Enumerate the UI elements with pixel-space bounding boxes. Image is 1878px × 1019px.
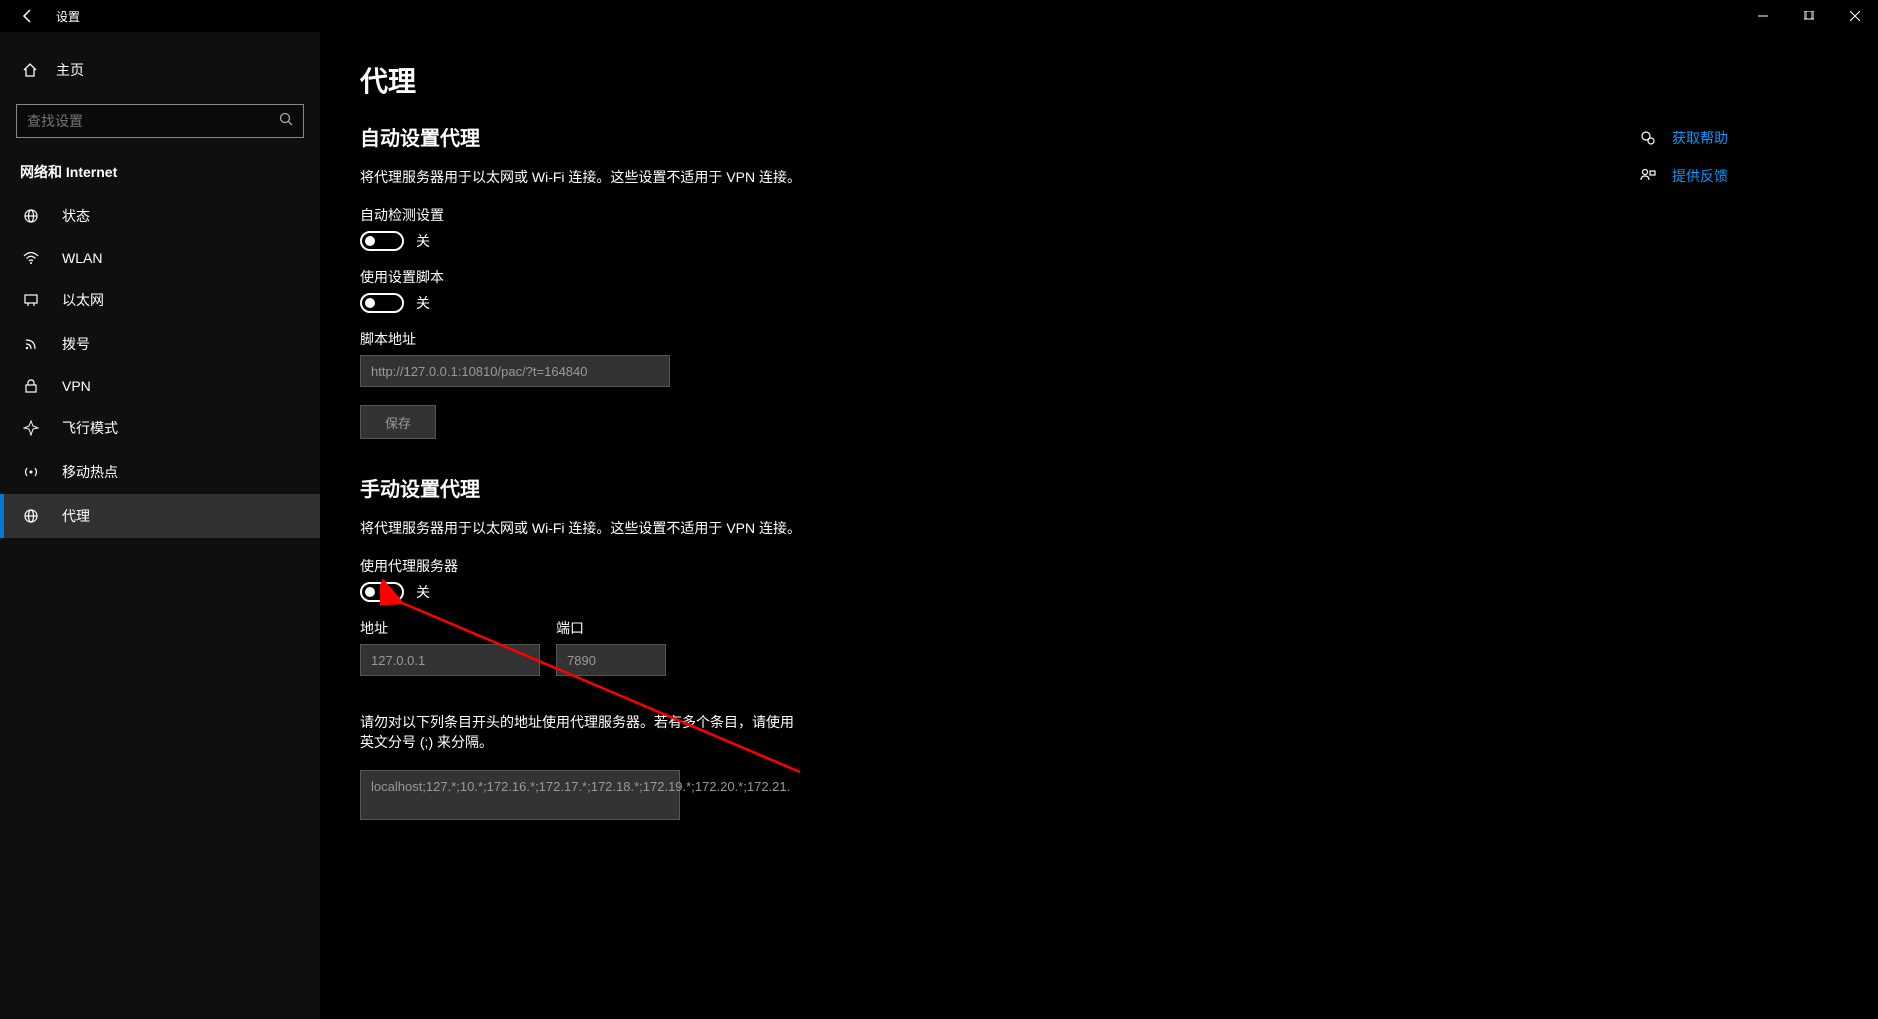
- script-address-input[interactable]: http://127.0.0.1:10810/pac/?t=164840: [360, 355, 670, 387]
- auto-detect-toggle[interactable]: [360, 231, 404, 251]
- titlebar: 设置: [0, 0, 1878, 32]
- dialup-icon: [20, 336, 42, 352]
- search-input[interactable]: [27, 113, 279, 129]
- proxy-icon: [20, 508, 42, 524]
- nav-label: 移动热点: [62, 462, 118, 482]
- sidebar-item-proxy[interactable]: 代理: [0, 494, 320, 538]
- use-script-toggle[interactable]: [360, 293, 404, 313]
- home-icon: [20, 62, 40, 78]
- home-link[interactable]: 主页: [0, 50, 320, 90]
- nav-label: 拨号: [62, 334, 90, 354]
- nav-label: 代理: [62, 506, 90, 526]
- close-button[interactable]: [1832, 0, 1878, 32]
- sidebar-item-wlan[interactable]: WLAN: [0, 238, 320, 278]
- script-address-value: http://127.0.0.1:10810/pac/?t=164840: [371, 364, 588, 379]
- minimize-button[interactable]: [1740, 0, 1786, 32]
- airplane-icon: [20, 420, 42, 436]
- search-box[interactable]: [16, 104, 304, 138]
- content-area: 代理 自动设置代理 将代理服务器用于以太网或 Wi-Fi 连接。这些设置不适用于…: [320, 32, 1878, 1019]
- feedback-label: 提供反馈: [1672, 166, 1728, 186]
- manual-section-desc: 将代理服务器用于以太网或 Wi-Fi 连接。这些设置不适用于 VPN 连接。: [360, 518, 1838, 538]
- use-script-label: 使用设置脚本: [360, 267, 1838, 287]
- save-button-auto[interactable]: 保存: [360, 405, 436, 439]
- use-proxy-state: 关: [416, 582, 430, 602]
- maximize-button[interactable]: [1786, 0, 1832, 32]
- port-label: 端口: [556, 618, 666, 638]
- help-icon: [1638, 130, 1658, 146]
- use-script-state: 关: [416, 293, 430, 313]
- right-panel: 获取帮助 提供反馈: [1638, 128, 1838, 204]
- auto-detect-label: 自动检测设置: [360, 205, 1838, 225]
- page-title: 代理: [360, 60, 1838, 100]
- sidebar-item-vpn[interactable]: VPN: [0, 366, 320, 406]
- sidebar-item-ethernet[interactable]: 以太网: [0, 278, 320, 322]
- window-controls: [1740, 0, 1878, 32]
- sidebar-item-status[interactable]: 状态: [0, 194, 320, 238]
- address-label: 地址: [360, 618, 540, 638]
- ethernet-icon: [20, 292, 42, 308]
- bypass-value: localhost;127.*;10.*;172.16.*;172.17.*;1…: [371, 779, 790, 794]
- get-help-link[interactable]: 获取帮助: [1638, 128, 1838, 148]
- auto-detect-state: 关: [416, 231, 430, 251]
- nav-label: 飞行模式: [62, 418, 118, 438]
- sidebar-item-dialup[interactable]: 拨号: [0, 322, 320, 366]
- save-button-label: 保存: [385, 413, 411, 432]
- bypass-desc: 请勿对以下列条目开头的地址使用代理服务器。若有多个条目，请使用英文分号 (;) …: [360, 712, 800, 752]
- search-icon: [279, 112, 293, 131]
- auto-section-title: 自动设置代理: [360, 122, 1838, 151]
- sidebar: 主页 网络和 Internet 状态 WLAN 以太网 拨号 VPN: [0, 32, 320, 1019]
- wifi-icon: [20, 250, 42, 266]
- sidebar-item-hotspot[interactable]: 移动热点: [0, 450, 320, 494]
- address-value: 127.0.0.1: [371, 653, 425, 668]
- feedback-icon: [1638, 168, 1658, 184]
- nav-label: VPN: [62, 378, 91, 394]
- use-proxy-toggle[interactable]: [360, 582, 404, 602]
- vpn-icon: [20, 378, 42, 394]
- status-icon: [20, 208, 42, 224]
- category-title: 网络和 Internet: [0, 156, 320, 194]
- sidebar-item-airplane[interactable]: 飞行模式: [0, 406, 320, 450]
- script-address-label: 脚本地址: [360, 329, 1838, 349]
- auto-section-desc: 将代理服务器用于以太网或 Wi-Fi 连接。这些设置不适用于 VPN 连接。: [360, 167, 1838, 187]
- nav-label: WLAN: [62, 250, 102, 266]
- nav-label: 状态: [62, 206, 90, 226]
- back-button[interactable]: [8, 0, 48, 32]
- home-label: 主页: [56, 60, 84, 80]
- feedback-link[interactable]: 提供反馈: [1638, 166, 1838, 186]
- window-title: 设置: [56, 8, 80, 25]
- manual-section-title: 手动设置代理: [360, 473, 1838, 502]
- bypass-input[interactable]: localhost;127.*;10.*;172.16.*;172.17.*;1…: [360, 770, 680, 820]
- address-input[interactable]: 127.0.0.1: [360, 644, 540, 676]
- port-value: 7890: [567, 653, 596, 668]
- get-help-label: 获取帮助: [1672, 128, 1728, 148]
- port-input[interactable]: 7890: [556, 644, 666, 676]
- nav-label: 以太网: [62, 290, 104, 310]
- hotspot-icon: [20, 464, 42, 480]
- use-proxy-label: 使用代理服务器: [360, 556, 1838, 576]
